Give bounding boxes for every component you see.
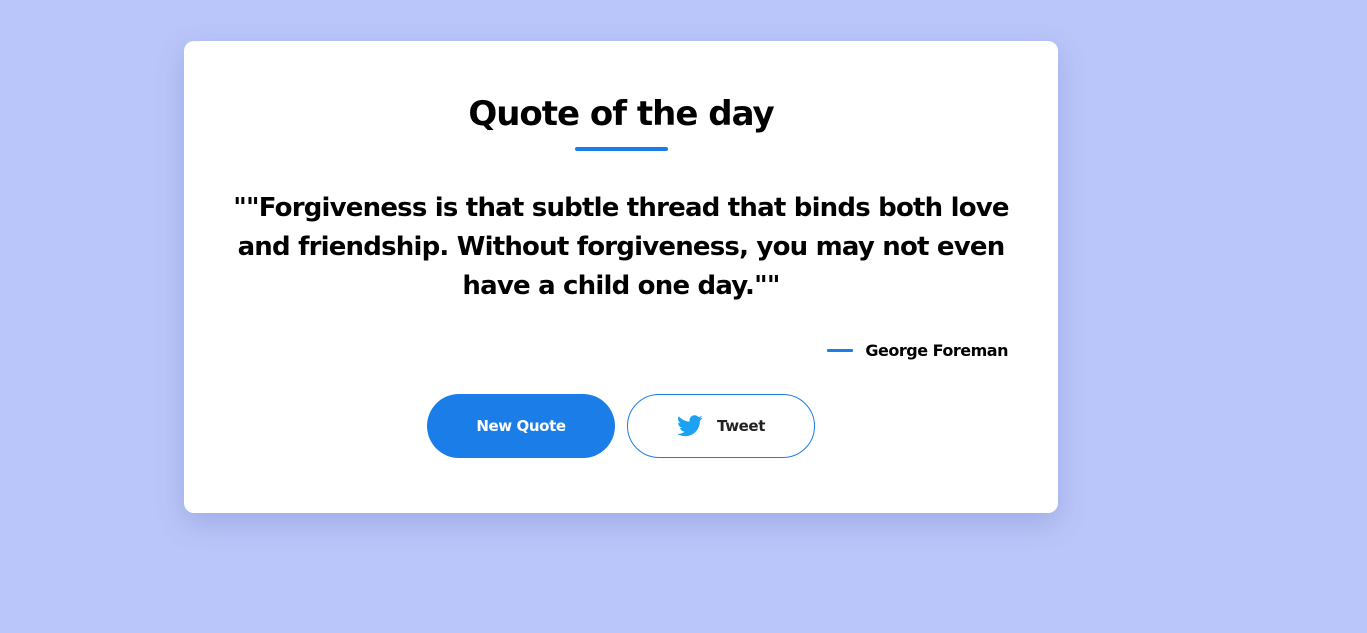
quote-author: George Foreman [865, 340, 1008, 360]
author-dash [827, 348, 854, 352]
author-row: George Foreman [827, 337, 1008, 363]
new-quote-button[interactable]: New Quote [427, 394, 615, 458]
page-title: Quote of the day [468, 94, 774, 134]
quote-card: Quote of the day ""Forgiveness is that s… [184, 41, 1058, 513]
twitter-bird-icon [677, 415, 703, 437]
quote-text: ""Forgiveness is that subtle thread that… [233, 193, 1009, 301]
new-quote-button-label: New Quote [476, 417, 566, 435]
title-underline [575, 147, 668, 151]
tweet-button[interactable]: Tweet [627, 394, 815, 458]
tweet-button-label: Tweet [717, 417, 765, 435]
